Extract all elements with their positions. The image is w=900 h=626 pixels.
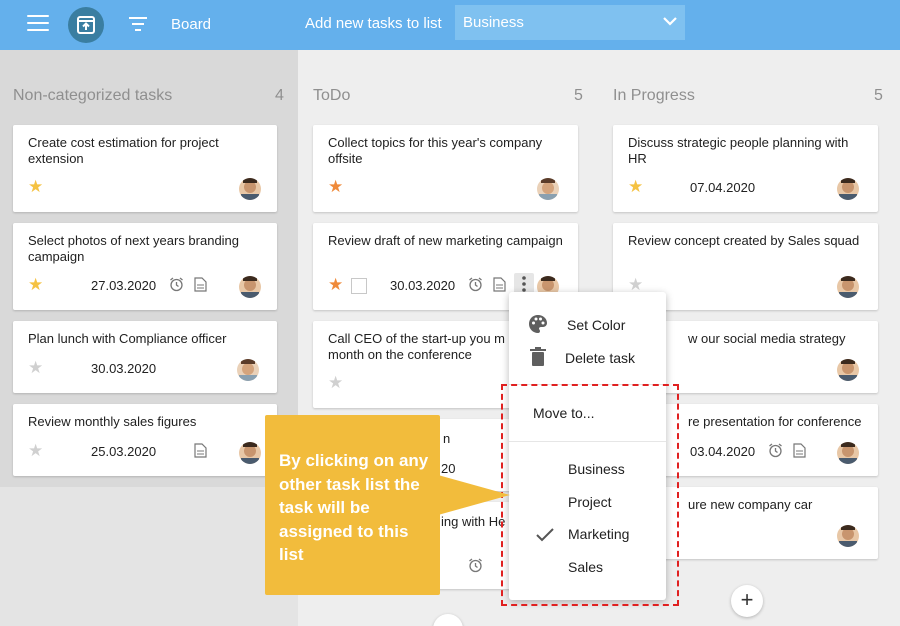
task-card[interactable]: Collect topics for this year's company o…: [313, 125, 578, 212]
avatar: [837, 359, 859, 381]
task-checkbox[interactable]: [351, 278, 367, 294]
column-title: In Progress: [613, 87, 695, 104]
column-background: [0, 487, 298, 626]
board-icon: [77, 16, 95, 34]
column-count: 5: [574, 87, 583, 104]
avatar: [239, 178, 261, 200]
callout-pointer: [438, 475, 510, 515]
callout-text: By clicking on any other task list the t…: [279, 451, 429, 564]
column-title: ToDo: [313, 87, 351, 104]
due-date: 30.03.2020: [390, 278, 456, 293]
task-title: Select photos of next years branding cam…: [28, 233, 240, 264]
task-title: Call CEO of the start-up you m month on …: [328, 331, 506, 362]
column-count: 5: [874, 87, 883, 104]
task-title: w our social media strategy: [688, 331, 846, 346]
alarm-icon: [469, 558, 482, 573]
list-select[interactable]: Business: [455, 5, 685, 40]
task-card[interactable]: Review monthly sales figures ★ 25.03.202…: [13, 404, 277, 476]
avatar: [239, 442, 261, 464]
avatar: [837, 178, 859, 200]
chevron-down-icon: [663, 17, 677, 26]
star-icon[interactable]: ★: [328, 276, 343, 293]
due-date: 27.03.2020: [91, 278, 157, 293]
task-card[interactable]: Discuss strategic people planning with H…: [613, 125, 878, 212]
document-icon: [793, 443, 806, 458]
filter-icon[interactable]: [129, 16, 147, 32]
delete-task-item[interactable]: Delete task: [565, 350, 635, 366]
due-date: 03.04.2020: [690, 444, 756, 459]
add-tasks-label: Add new tasks to list: [305, 15, 442, 32]
star-icon[interactable]: ★: [628, 178, 643, 195]
board-view-button[interactable]: [68, 7, 104, 43]
task-card[interactable]: Select photos of next years branding cam…: [13, 223, 277, 310]
task-title: Collect topics for this year's company o…: [328, 135, 543, 166]
due-date: 25.03.2020: [91, 444, 157, 459]
top-bar: Board Add new tasks to list Business: [0, 0, 900, 50]
avatar: [537, 178, 559, 200]
column-count: 4: [275, 87, 284, 104]
star-icon[interactable]: ★: [28, 178, 43, 195]
avatar: [837, 442, 859, 464]
star-icon[interactable]: ★: [28, 276, 43, 293]
trash-icon: [530, 347, 546, 366]
document-icon: [194, 277, 207, 292]
document-icon: [493, 277, 506, 292]
highlight-box: [501, 384, 679, 606]
due-date: 30.03.2020: [91, 361, 157, 376]
star-icon[interactable]: ★: [28, 359, 43, 376]
column-non-categorized: Non-categorized tasks 4 Create cost esti…: [0, 50, 298, 626]
document-icon: [194, 443, 207, 458]
avatar: [837, 276, 859, 298]
star-icon[interactable]: ★: [328, 374, 343, 391]
task-title: ure new company car: [688, 497, 813, 512]
tooltip-callout: By clicking on any other task list the t…: [265, 415, 440, 595]
avatar: [237, 359, 259, 381]
task-title: Review draft of new marketing campaign: [328, 233, 563, 248]
task-title: Review concept created by Sales squad: [628, 233, 860, 248]
due-date: 20: [441, 461, 456, 476]
task-card[interactable]: Plan lunch with Compliance officer ★ 30.…: [13, 321, 277, 393]
add-task-button[interactable]: +: [731, 585, 763, 617]
menu-icon[interactable]: [27, 15, 49, 33]
task-title: Discuss strategic people planning with H…: [628, 135, 849, 166]
task-title: re presentation for conference: [688, 414, 862, 429]
due-date: 07.04.2020: [690, 180, 756, 195]
task-title: Create cost estimation for project exten…: [28, 135, 219, 166]
star-icon[interactable]: ★: [328, 178, 343, 195]
alarm-icon: [170, 277, 183, 292]
alarm-icon: [469, 277, 482, 292]
plus-icon: +: [740, 587, 754, 612]
alarm-icon: [769, 443, 782, 458]
column-title: Non-categorized tasks: [13, 87, 173, 104]
task-card[interactable]: Create cost estimation for project exten…: [13, 125, 277, 212]
set-color-item[interactable]: Set Color: [567, 317, 625, 333]
task-title: Review monthly sales figures: [28, 414, 197, 429]
star-icon[interactable]: ★: [28, 442, 43, 459]
palette-icon: [529, 315, 547, 333]
star-icon[interactable]: ★: [628, 276, 643, 293]
avatar: [239, 276, 261, 298]
board-label[interactable]: Board: [171, 16, 211, 33]
task-title: Plan lunch with Compliance officer: [28, 331, 227, 346]
list-select-value: Business: [463, 14, 524, 31]
avatar: [837, 525, 859, 547]
